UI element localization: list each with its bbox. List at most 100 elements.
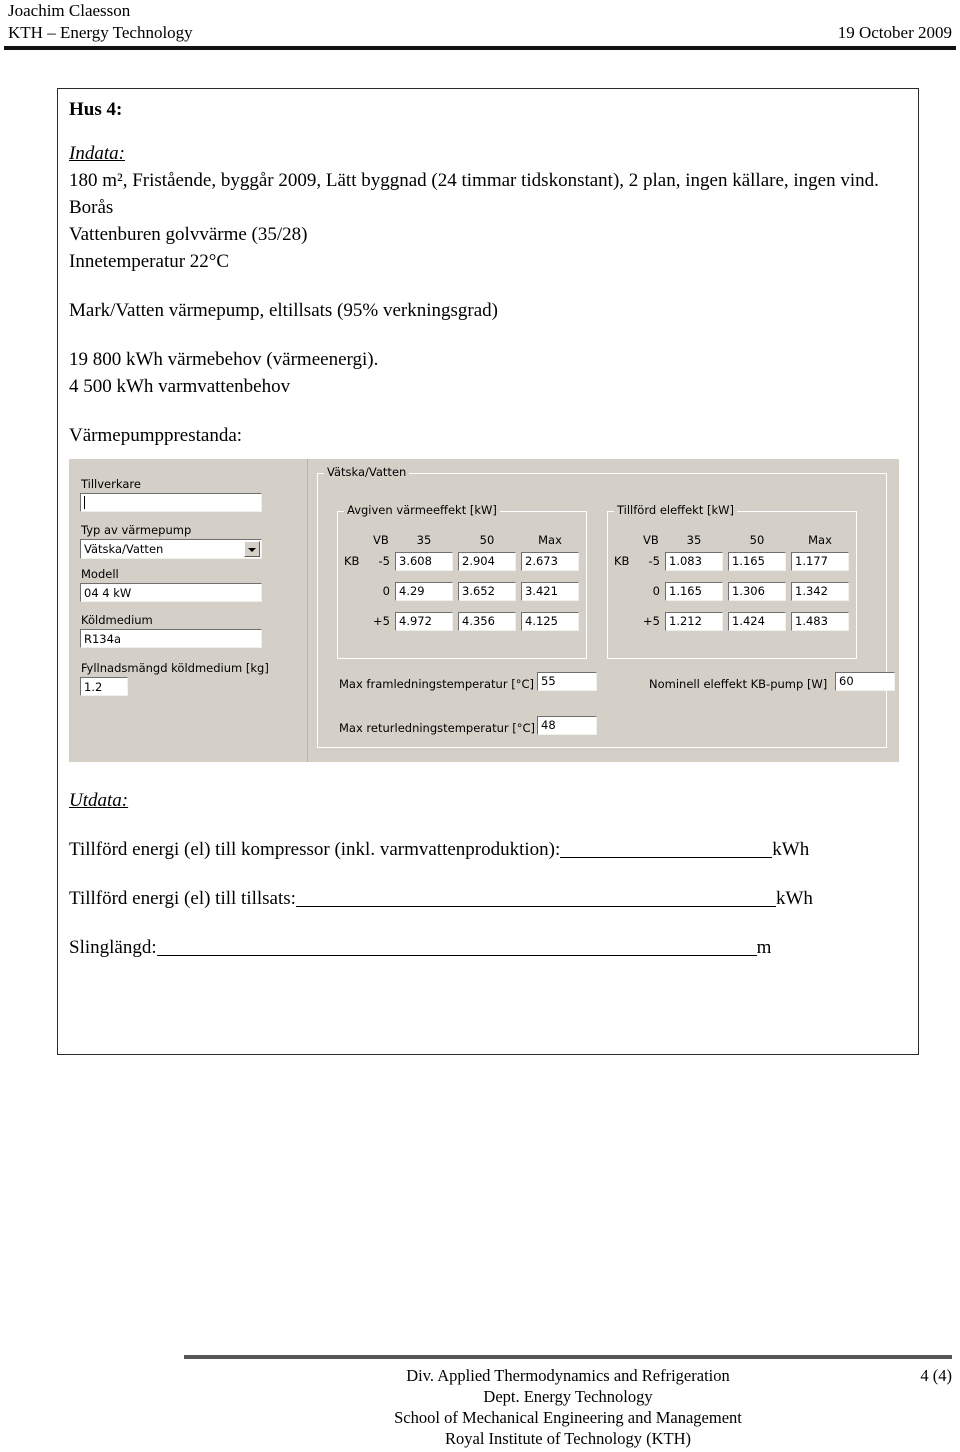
heatpump-line: Mark/Vatten värmepump, eltillsats (95% v… <box>69 300 498 321</box>
header-author: Joachim Claesson <box>8 1 131 20</box>
heat-axis-kb: KB <box>344 554 360 568</box>
max-framledning-label: Max framledningstemperatur [°C] <box>339 677 534 691</box>
indata-line-0: 180 m², Fristående, byggår 2009, Lätt by… <box>69 170 879 191</box>
power-cell-2-2[interactable]: 1.483 <box>791 612 849 631</box>
footer-divider <box>184 1355 952 1359</box>
page-header: Joachim Claesson KTH – Energy Technology… <box>0 0 960 52</box>
tillford-eleffekt-group: Tillförd eleffekt [kW] VB 35 50 Max KB -… <box>607 504 857 659</box>
power-cell-0-0[interactable]: 1.083 <box>665 552 723 571</box>
footer-line-2: School of Mechanical Engineering and Man… <box>394 1408 742 1427</box>
heat-row-2: +5 <box>373 614 390 628</box>
content-inner: Hus 4: Indata: 180 m², Fristående, byggå… <box>69 97 909 961</box>
indata-line-2: Vattenburen golvvärme (35/28) <box>69 224 308 245</box>
heat-cell-2-2[interactable]: 4.125 <box>521 612 579 631</box>
indata-line-3: Innetemperatur 22°C <box>69 251 230 272</box>
power-cell-0-2[interactable]: 1.177 <box>791 552 849 571</box>
power-axis-kb: KB <box>614 554 630 568</box>
app-left-panel: Tillverkare Typ av värmepump Vätska/Vatt… <box>69 459 308 762</box>
indata-line-1: Borås <box>69 197 114 218</box>
utdata-row-2-text: Slinglängd: <box>69 937 157 958</box>
power-cell-2-1[interactable]: 1.424 <box>728 612 786 631</box>
max-returledning-label: Max returledningstemperatur [°C] <box>339 721 536 735</box>
koldmedium-label: Köldmedium <box>81 613 153 627</box>
utdata-row-0-unit: kWh <box>772 839 810 860</box>
heat-col-1: 50 <box>479 533 495 547</box>
power-row-1: 0 <box>652 584 660 598</box>
modell-input[interactable]: 04 4 kW <box>80 583 262 602</box>
power-col-0: 35 <box>686 533 702 547</box>
fyllnadsmangd-label: Fyllnadsmängd köldmedium [kg] <box>81 661 269 675</box>
utdata-row-0-text: Tillförd energi (el) till kompressor (in… <box>69 839 561 860</box>
koldmedium-input[interactable]: R134a <box>80 629 262 648</box>
power-cell-1-0[interactable]: 1.165 <box>665 582 723 601</box>
header-divider <box>4 46 956 50</box>
tillverkare-label: Tillverkare <box>81 477 141 491</box>
heat-row-1: 0 <box>382 584 390 598</box>
heat-col-2: Max <box>538 533 562 547</box>
fyllnadsmangd-input[interactable]: 1.2 <box>80 677 128 696</box>
power-col-2: Max <box>808 533 832 547</box>
utdata-row-1: Tillförd energi (el) till tillsats: kWh <box>69 885 909 912</box>
tillford-eleffekt-label: Tillförd eleffekt [kW] <box>614 504 737 517</box>
footer-line-1: Dept. Energy Technology <box>483 1387 653 1406</box>
performance-heading: Värmepumpprestanda: <box>69 425 243 446</box>
power-cell-1-1[interactable]: 1.306 <box>728 582 786 601</box>
header-affiliation: KTH – Energy Technology <box>8 23 193 42</box>
heat-col-0: 35 <box>416 533 432 547</box>
heat-cell-0-1[interactable]: 2.904 <box>458 552 516 571</box>
vatska-vatten-group-label: Vätska/Vatten <box>324 466 410 479</box>
power-cell-1-2[interactable]: 1.342 <box>791 582 849 601</box>
heat-cell-2-0[interactable]: 4.972 <box>395 612 453 631</box>
indata-heading: Indata: <box>69 143 125 164</box>
utdata-row-1-unit: kWh <box>775 888 813 909</box>
nominell-eleffekt-input[interactable]: 60 <box>835 672 895 691</box>
heat-cell-1-1[interactable]: 3.652 <box>458 582 516 601</box>
typ-av-varmepump-label: Typ av värmepump <box>81 523 192 537</box>
max-framledning-input[interactable]: 55 <box>537 672 597 691</box>
utdata-row-2-unit: m <box>756 937 772 958</box>
power-col-1: 50 <box>749 533 765 547</box>
power-axis-vb: VB <box>643 533 659 547</box>
heat-cell-1-2[interactable]: 3.421 <box>521 582 579 601</box>
heat-cell-0-0[interactable]: 3.608 <box>395 552 453 571</box>
avgiven-varmeeffekt-label: Avgiven värmeeffekt [kW] <box>344 504 500 517</box>
header-date: 19 October 2009 <box>837 23 952 42</box>
page-footer: Div. Applied Thermodynamics and Refriger… <box>0 1347 960 1452</box>
footer-line-0: Div. Applied Thermodynamics and Refriger… <box>406 1366 730 1385</box>
heat-cell-2-1[interactable]: 4.356 <box>458 612 516 631</box>
utdata-row-1-text: Tillförd energi (el) till tillsats: <box>69 888 296 909</box>
heatpump-app-screenshot: Tillverkare Typ av värmepump Vätska/Vatt… <box>69 459 899 762</box>
typ-av-varmepump-value: Vätska/Vatten <box>84 542 164 556</box>
page-title: Hus 4: <box>69 99 123 120</box>
tillverkare-input[interactable] <box>80 493 262 512</box>
utdata-row-0-blank[interactable] <box>560 843 773 858</box>
max-returledning-input[interactable]: 48 <box>537 716 597 735</box>
power-row-0: -5 <box>648 554 660 568</box>
heat-row-0: -5 <box>378 554 390 568</box>
utdata-row-2-blank[interactable] <box>156 941 757 956</box>
nominell-eleffekt-label: Nominell eleffekt KB-pump [W] <box>649 677 828 691</box>
footer-address-block: Div. Applied Thermodynamics and Refriger… <box>184 1365 952 1449</box>
power-row-2: +5 <box>643 614 660 628</box>
footer-page-number: 4 (4) <box>920 1366 952 1385</box>
demand-line-1: 4 500 kWh varmvattenbehov <box>69 376 291 397</box>
modell-label: Modell <box>81 567 119 581</box>
typ-av-varmepump-select[interactable]: Vätska/Vatten <box>80 539 262 559</box>
utdata-row-1-blank[interactable] <box>295 892 776 907</box>
heat-cell-1-0[interactable]: 4.29 <box>395 582 453 601</box>
heat-axis-vb: VB <box>373 533 389 547</box>
text-caret-icon <box>84 496 85 509</box>
power-cell-2-0[interactable]: 1.212 <box>665 612 723 631</box>
heat-cell-0-2[interactable]: 2.673 <box>521 552 579 571</box>
utdata-row-0: Tillförd energi (el) till kompressor (in… <box>69 836 909 863</box>
app-right-panel: Vätska/Vatten Avgiven värmeeffekt [kW] V… <box>307 459 899 762</box>
chevron-down-icon[interactable] <box>244 541 260 557</box>
footer-line-3: Royal Institute of Technology (KTH) <box>445 1429 691 1448</box>
utdata-heading: Utdata: <box>69 790 129 811</box>
demand-line-0: 19 800 kWh värmebehov (värmeenergi). <box>69 349 379 370</box>
content-box: Hus 4: Indata: 180 m², Fristående, byggå… <box>57 88 919 1055</box>
power-cell-0-1[interactable]: 1.165 <box>728 552 786 571</box>
header-author-block: Joachim Claesson KTH – Energy Technology <box>8 0 193 44</box>
utdata-row-2: Slinglängd: m <box>69 934 909 961</box>
avgiven-varmeeffekt-group: Avgiven värmeeffekt [kW] VB 35 50 Max KB… <box>337 504 587 659</box>
